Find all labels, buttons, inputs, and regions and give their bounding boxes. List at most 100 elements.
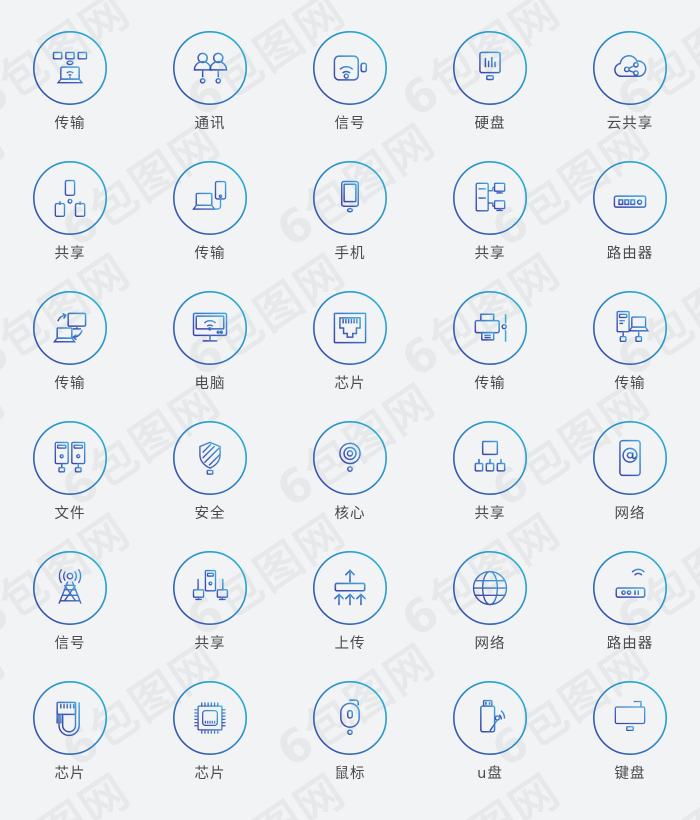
icon-cell-phone-at-email[interactable]: 网络 [560,420,700,550]
icon-ring[interactable] [312,160,388,236]
icon-label: 共享 [54,246,86,262]
icon-ring[interactable] [312,420,388,496]
icon-cell-globe[interactable]: 网络 [420,550,560,680]
icon-ring[interactable] [452,680,528,756]
icon-cell-rj45-cable[interactable]: 芯片 [0,680,140,810]
wifi-signal-box-icon [312,30,388,106]
icon-label: 通讯 [194,116,226,132]
icon-ring[interactable] [592,160,668,236]
icon-cell-tower-laptop-network[interactable]: 传输 [560,290,700,420]
icon-label: 信号 [334,116,366,132]
icon-ring[interactable] [452,290,528,366]
icon-ring[interactable] [592,290,668,366]
icon-cell-hierarchy-share[interactable]: 共享 [420,420,560,550]
phones-share-network-icon [32,160,108,236]
icon-label: 核心 [334,506,366,522]
two-users-connected-icon [172,30,248,106]
icon-cell-laptop-phone-transfer[interactable]: 传输 [140,160,280,290]
icon-ring[interactable] [592,420,668,496]
icon-cell-core-disc-network[interactable]: 核心 [280,420,420,550]
cloud-share-icon [592,30,668,106]
icon-label: 路由器 [606,636,654,652]
icon-ring[interactable] [312,550,388,626]
icon-cell-hard-disk-network[interactable]: 硬盘 [420,30,560,160]
icon-cell-mobile-phone-network[interactable]: 手机 [280,160,420,290]
icon-ring[interactable] [592,550,668,626]
icon-label: 芯片 [54,766,86,782]
cpu-chip-icon [172,680,248,756]
icon-label: 上传 [334,636,366,652]
icon-label: u盘 [477,766,503,782]
icon-label: 共享 [474,506,506,522]
router-ports-icon [592,160,668,236]
icon-label: 硬盘 [474,116,506,132]
icon-cell-signal-tower[interactable]: 信号 [0,550,140,680]
icon-label: 信号 [54,636,86,652]
phone-at-email-icon [592,420,668,496]
icon-label: 传输 [614,376,646,392]
icon-ring[interactable] [172,680,248,756]
mouse-network-icon [312,680,388,756]
hierarchy-share-icon [452,420,528,496]
icon-cell-two-users-connected[interactable]: 通讯 [140,30,280,160]
icon-cell-upload-arrows[interactable]: 上传 [280,550,420,680]
icon-ring[interactable] [32,30,108,106]
icon-label: 共享 [474,246,506,262]
icon-ring[interactable] [452,30,528,106]
icon-label: 传输 [54,376,86,392]
icon-ring[interactable] [312,680,388,756]
icon-ring[interactable] [172,290,248,366]
icon-cell-cloud-share[interactable]: 云共享 [560,30,700,160]
rj45-port-icon [312,290,388,366]
icon-ring[interactable] [312,30,388,106]
desktop-wifi-icon [172,290,248,366]
icon-ring[interactable] [32,550,108,626]
icon-ring[interactable] [32,160,108,236]
icon-ring[interactable] [32,680,108,756]
icon-label: 手机 [334,246,366,262]
printer-network-icon [452,290,528,366]
icon-cell-rj45-port[interactable]: 芯片 [280,290,420,420]
laptop-phone-transfer-icon [172,160,248,236]
icon-cell-server-two-monitors[interactable]: 共享 [140,550,280,680]
icon-cell-usb-wireless[interactable]: u盘 [420,680,560,810]
upload-arrows-icon [312,550,388,626]
icon-cell-two-servers-network[interactable]: 文件 [0,420,140,550]
icon-label: 传输 [54,116,86,132]
icon-label: 共享 [194,636,226,652]
icon-ring[interactable] [312,290,388,366]
icon-ring[interactable] [172,30,248,106]
icon-cell-wifi-signal-box[interactable]: 信号 [280,30,420,160]
icon-cell-laptop-monitor-sync[interactable]: 传输 [0,290,140,420]
icon-label: 鼠标 [334,766,366,782]
icon-ring[interactable] [172,420,248,496]
icon-ring[interactable] [32,290,108,366]
icon-label: 路由器 [606,246,654,262]
icon-cell-phones-share-network[interactable]: 共享 [0,160,140,290]
laptop-monitor-sync-icon [32,290,108,366]
icon-cell-printer-network[interactable]: 传输 [420,290,560,420]
icon-cell-mouse-network[interactable]: 鼠标 [280,680,420,810]
icon-cell-cpu-chip[interactable]: 芯片 [140,680,280,810]
icon-ring[interactable] [592,680,668,756]
icon-cell-network-monitors-laptop[interactable]: 传输 [0,30,140,160]
icon-cell-router-antenna[interactable]: 路由器 [560,550,700,680]
icon-label: 传输 [194,246,226,262]
icon-ring[interactable] [172,160,248,236]
icon-cell-router-ports[interactable]: 路由器 [560,160,700,290]
router-antenna-icon [592,550,668,626]
icon-ring[interactable] [452,160,528,236]
icon-cell-keyboard-network[interactable]: 键盘 [560,680,700,810]
icon-ring[interactable] [452,420,528,496]
icon-cell-server-monitors-share[interactable]: 共享 [420,160,560,290]
keyboard-network-icon [592,680,668,756]
icon-cell-desktop-wifi[interactable]: 电脑 [140,290,280,420]
usb-wireless-icon [452,680,528,756]
icon-ring[interactable] [452,550,528,626]
icon-ring[interactable] [32,420,108,496]
icon-label: 电脑 [194,376,226,392]
icon-cell-shield-network[interactable]: 安全 [140,420,280,550]
core-disc-network-icon [312,420,388,496]
icon-ring[interactable] [592,30,668,106]
icon-ring[interactable] [172,550,248,626]
